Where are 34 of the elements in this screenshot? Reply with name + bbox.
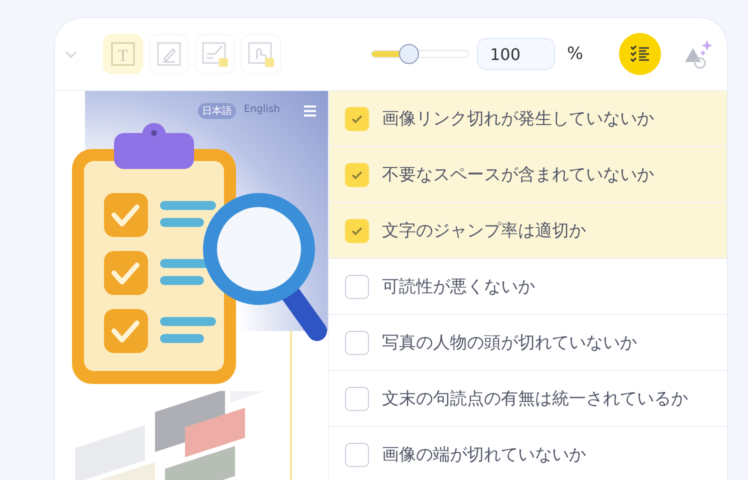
percent-unit: % [567, 44, 584, 64]
slider-thumb[interactable] [399, 44, 420, 64]
tool-button[interactable] [241, 34, 281, 74]
zoom-input-field[interactable]: 100 [477, 38, 555, 70]
checklist-label: 画像の端が切れていないか [382, 444, 586, 466]
checkbox[interactable] [345, 386, 369, 410]
checkbox[interactable] [345, 106, 369, 130]
checklist-label: 不要なスペースが含まれていないか [382, 164, 654, 186]
checkbox[interactable] [345, 218, 369, 242]
tool-button[interactable] [149, 34, 189, 74]
checkbox[interactable] [345, 274, 369, 298]
menu-icon[interactable] [304, 105, 316, 117]
image-pen-icon [201, 40, 229, 68]
check-icon [351, 170, 363, 180]
checklist-icon [629, 43, 652, 65]
checklist-label: 可読性が悪くないか [382, 276, 535, 298]
tool-button[interactable] [195, 34, 235, 74]
checklist-label: 文末の句読点の有無は統一されているか [382, 388, 688, 410]
hand-tool-icon [247, 40, 275, 68]
pen-tool-icon [156, 41, 182, 67]
checkbox[interactable] [345, 442, 369, 466]
checkbox[interactable] [345, 330, 369, 354]
checklist-row[interactable]: 文字のジャンプ率は適切か [329, 203, 727, 259]
warning-sparkle-icon[interactable] [683, 38, 714, 70]
checklist-row[interactable]: 不要なスペースが含まれていないか [329, 147, 727, 203]
checklist-row[interactable]: 画像リンク切れが発生していないか [329, 91, 727, 147]
checkbox[interactable] [345, 162, 369, 186]
check-icon [351, 114, 363, 124]
checklist-label: 文字のジャンプ率は適切か [382, 220, 586, 242]
checklist-label: 画像リンク切れが発生していないか [382, 108, 654, 130]
check-icon [351, 226, 363, 236]
checklist-button[interactable] [619, 33, 662, 75]
checklist-label: 写真の人物の頭が切れていないか [382, 332, 637, 354]
zoom-slider[interactable] [371, 43, 469, 65]
